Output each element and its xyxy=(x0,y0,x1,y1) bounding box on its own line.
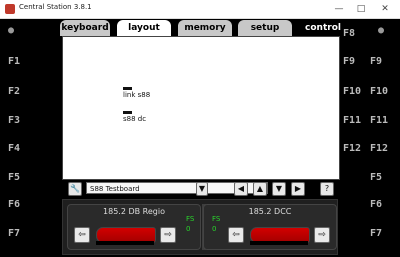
arrow-up-button[interactable]: ▲ xyxy=(253,182,267,196)
left-key-2[interactable]: F2 xyxy=(8,86,28,100)
loco1-wheels xyxy=(96,241,154,245)
link-icon xyxy=(123,87,132,90)
loco-card-2[interactable]: 185.2 DCC FS 0 ⇦ ⇨ xyxy=(203,204,337,250)
right-key-extra-4[interactable]: F12 xyxy=(370,143,390,157)
left-key-6[interactable]: F6 xyxy=(8,199,28,213)
loco2-wheels xyxy=(250,241,308,245)
sensor-icon xyxy=(123,111,132,114)
title-bar: Central Station 3.8.1 — □ ✕ xyxy=(0,0,400,19)
loco-name-1: 185.2 DB Regio xyxy=(103,207,165,216)
wrench-button[interactable]: 🔧 xyxy=(68,182,82,196)
app-window: Central Station 3.8.1 — □ ✕ ● ● keyboard… xyxy=(0,0,400,257)
tab-memory[interactable]: memory xyxy=(178,20,232,36)
window-title: Central Station 3.8.1 xyxy=(19,3,92,11)
right-key-extra-7[interactable]: F7 xyxy=(370,228,390,242)
right-key-9[interactable]: F9 xyxy=(343,56,363,70)
loco1-left-button[interactable]: ⇦ xyxy=(74,227,90,243)
left-top-icon: ● xyxy=(8,25,15,36)
minimize-button[interactable]: — xyxy=(332,2,346,16)
right-key-extra-6[interactable]: F6 xyxy=(370,199,390,213)
right-key-11[interactable]: F11 xyxy=(343,115,363,129)
loco1-fs-value: 0 xyxy=(186,225,191,233)
left-key-4[interactable]: F4 xyxy=(8,143,28,157)
maximize-button[interactable]: □ xyxy=(354,2,368,16)
loco2-fs-value: 0 xyxy=(212,225,217,233)
tab-keyboard[interactable]: keyboard xyxy=(60,20,110,36)
loco-controls: 185.2 DB Regio ⇦ ⇨ FS 0 185.2 DCC FS 0 ⇦… xyxy=(62,199,338,255)
loco2-left-button[interactable]: ⇦ xyxy=(228,227,244,243)
left-key-1[interactable]: F1 xyxy=(8,56,28,70)
tab-setup[interactable]: setup xyxy=(238,20,292,36)
right-key-extra-2[interactable]: F10 xyxy=(370,86,390,100)
tab-layout[interactable]: layout xyxy=(117,20,171,36)
left-key-7[interactable]: F7 xyxy=(8,228,28,242)
arrow-right-button[interactable]: ▶ xyxy=(291,182,305,196)
loco1-fs-label: FS xyxy=(186,215,195,223)
right-key-extra-3[interactable]: F11 xyxy=(370,115,390,129)
loco-name-2: 185.2 DCC xyxy=(248,207,292,216)
loco1-right-button[interactable]: ⇨ xyxy=(160,227,176,243)
right-key-8[interactable]: F8 xyxy=(343,28,363,42)
help-button[interactable]: ? xyxy=(320,182,334,196)
tab-control[interactable]: control xyxy=(298,20,348,36)
loco2-fs-label: FS xyxy=(212,215,221,223)
layout-toolbar: 🔧 S88 Testboard ▼ ◀ ▲ ▼ ▶ ? xyxy=(62,181,338,197)
right-key-extra-5[interactable]: F5 xyxy=(370,172,390,186)
left-key-3[interactable]: F3 xyxy=(8,115,28,129)
right-key-12[interactable]: F12 xyxy=(343,143,363,157)
loco-card-1[interactable]: 185.2 DB Regio ⇦ ⇨ FS 0 xyxy=(67,204,201,250)
arrow-left-button[interactable]: ◀ xyxy=(234,182,248,196)
main-tabs: keyboard layout memory setup control xyxy=(60,20,342,36)
close-button[interactable]: ✕ xyxy=(378,2,392,16)
right-top-icon: ● xyxy=(378,25,385,36)
layout-item-s88-dc[interactable]: s88 dc xyxy=(123,111,146,123)
layout-canvas[interactable]: link s88 s88 dc xyxy=(62,36,340,180)
loco2-right-button[interactable]: ⇨ xyxy=(314,227,330,243)
arrow-down-button[interactable]: ▼ xyxy=(272,182,286,196)
app-icon xyxy=(5,4,15,14)
layout-item-link-s88[interactable]: link s88 xyxy=(123,87,150,99)
left-key-5[interactable]: F5 xyxy=(8,172,28,186)
right-key-10[interactable]: F10 xyxy=(343,86,363,100)
right-key-extra-1[interactable]: F9 xyxy=(370,56,390,70)
chevron-down-icon[interactable]: ▼ xyxy=(196,182,208,196)
